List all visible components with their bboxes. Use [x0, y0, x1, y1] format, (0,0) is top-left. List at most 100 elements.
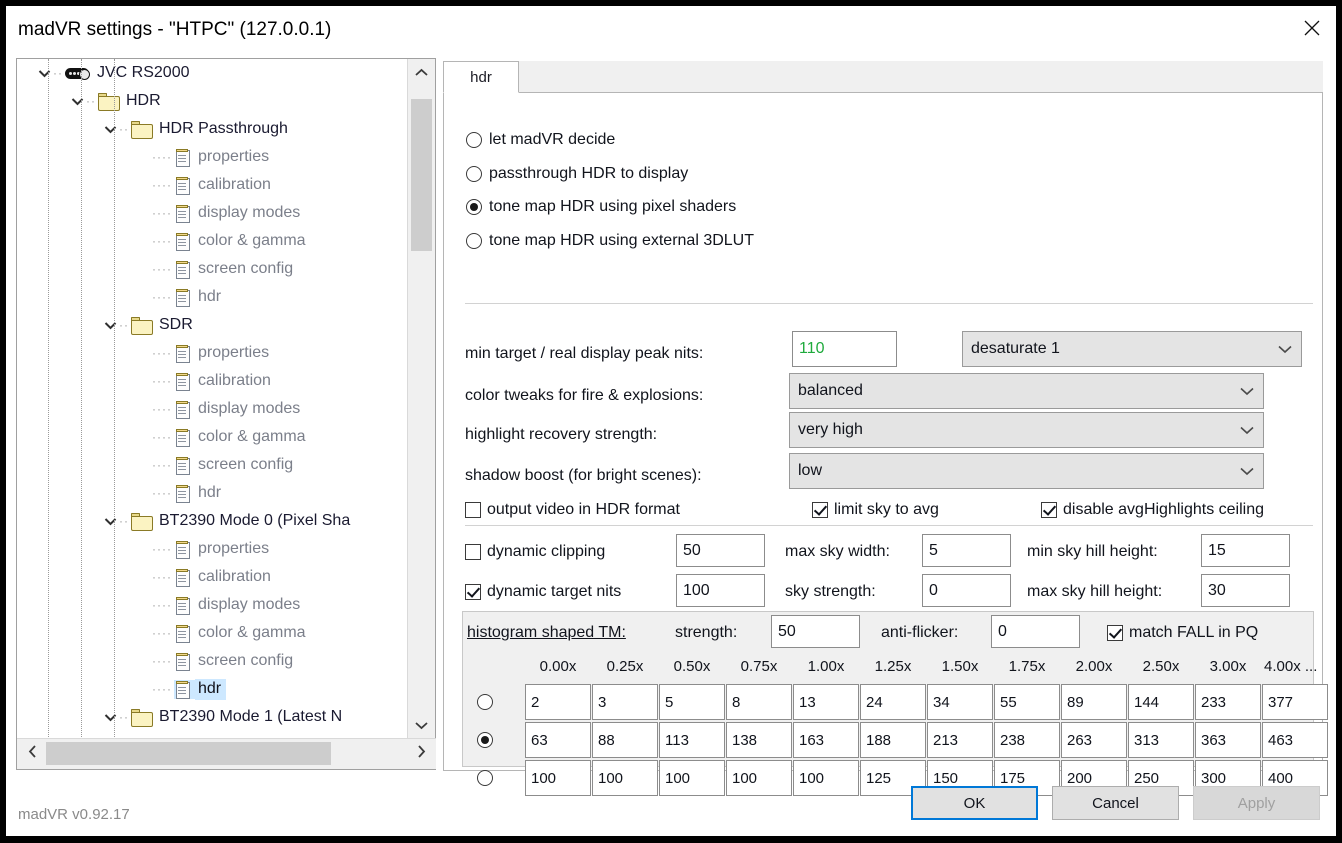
chevron-down-icon[interactable]: [101, 120, 119, 138]
tree-item[interactable]: ···· calibration: [17, 171, 408, 199]
tree-item[interactable]: ···· screen config: [17, 255, 408, 283]
chevron-down-icon[interactable]: [35, 64, 53, 82]
tab-hdr[interactable]: hdr: [443, 61, 519, 93]
chevron-down-icon[interactable]: [101, 512, 119, 530]
histogram-cell[interactable]: 88: [592, 722, 658, 758]
histogram-cell[interactable]: 463: [1262, 722, 1328, 758]
shadow-boost-dropdown[interactable]: low: [789, 453, 1264, 489]
histogram-cell[interactable]: 100: [726, 760, 792, 796]
tree-item[interactable]: ···· properties: [17, 143, 408, 171]
tree-item-label: properties: [197, 539, 270, 557]
hdr-mode-option-1[interactable]: passthrough HDR to display: [466, 165, 688, 183]
anti-flicker-input[interactable]: 0: [991, 615, 1080, 648]
dynamic-target-input[interactable]: 100: [676, 574, 765, 607]
tree-item[interactable]: ···· color & gamma: [17, 619, 408, 647]
tree-item[interactable]: ···· display modes: [17, 591, 408, 619]
histogram-cell[interactable]: 55: [994, 684, 1060, 720]
close-button[interactable]: [1288, 6, 1336, 50]
dynamic-clipping-input[interactable]: 50: [676, 534, 765, 567]
histogram-cell[interactable]: 377: [1262, 684, 1328, 720]
tree-item[interactable]: ·· HDR Passthrough: [17, 115, 408, 143]
histogram-cell[interactable]: 163: [793, 722, 859, 758]
histogram-cell[interactable]: 8: [726, 684, 792, 720]
tree-item[interactable]: ·· BT2390 Mode 1 (Latest N: [17, 703, 408, 731]
histogram-row-radio[interactable]: [477, 694, 493, 710]
hdr-mode-option-2[interactable]: tone map HDR using pixel shaders: [466, 198, 736, 216]
limit-sky-checkbox[interactable]: limit sky to avg: [812, 501, 939, 519]
tree-item[interactable]: ···· hdr: [17, 479, 408, 507]
scroll-left-button[interactable]: [17, 739, 47, 768]
horizontal-scroll-thumb[interactable]: [46, 742, 331, 765]
tree-item[interactable]: ···· color & gamma: [17, 423, 408, 451]
tree-item[interactable]: ···· calibration: [17, 563, 408, 591]
chevron-down-icon[interactable]: [68, 92, 86, 110]
histogram-cell[interactable]: 89: [1061, 684, 1127, 720]
histogram-cell[interactable]: 2: [525, 684, 591, 720]
dynamic-target-checkbox[interactable]: dynamic target nits: [465, 583, 621, 601]
histogram-row-radio[interactable]: [477, 732, 493, 748]
tree-item-selected[interactable]: ···· hdr: [17, 675, 408, 703]
tree-item[interactable]: ···· display modes: [17, 199, 408, 227]
histogram-cell[interactable]: 138: [726, 722, 792, 758]
histogram-cell[interactable]: 100: [592, 760, 658, 796]
disable-ceiling-checkbox[interactable]: disable avgHighlights ceiling: [1041, 501, 1264, 519]
tree-item[interactable]: ···· display modes: [17, 395, 408, 423]
histogram-cell[interactable]: 100: [659, 760, 725, 796]
histogram-cell[interactable]: 34: [927, 684, 993, 720]
tree-item[interactable]: ·· BT2390 Mode 0 (Pixel Sha: [17, 507, 408, 535]
hdr-mode-option-0[interactable]: let madVR decide: [466, 131, 615, 149]
tree-item[interactable]: ···· properties: [17, 339, 408, 367]
histogram-cell[interactable]: 213: [927, 722, 993, 758]
tree-item[interactable]: ···· calibration: [17, 367, 408, 395]
histogram-row-radio[interactable]: [477, 770, 493, 786]
scroll-right-button[interactable]: [406, 739, 436, 768]
sky-strength-input[interactable]: 0: [922, 574, 1011, 607]
tree-vertical-scrollbar[interactable]: [407, 59, 435, 739]
tree-item[interactable]: ···· screen config: [17, 451, 408, 479]
strength-input[interactable]: 50: [771, 615, 860, 648]
dynamic-clipping-checkbox[interactable]: dynamic clipping: [465, 543, 605, 561]
match-fall-checkbox[interactable]: match FALL in PQ: [1107, 624, 1258, 642]
tree-item[interactable]: ···· screen config: [17, 647, 408, 675]
histogram-cell[interactable]: 263: [1061, 722, 1127, 758]
histogram-cell[interactable]: 100: [525, 760, 591, 796]
histogram-shaped-tm-link[interactable]: histogram shaped TM:: [467, 624, 626, 642]
histogram-cell[interactable]: 188: [860, 722, 926, 758]
histogram-cell[interactable]: 13: [793, 684, 859, 720]
tree-item[interactable]: ···· properties: [17, 535, 408, 563]
highlight-recovery-dropdown[interactable]: very high: [789, 412, 1264, 448]
scroll-down-button[interactable]: [408, 712, 435, 739]
histogram-cell[interactable]: 63: [525, 722, 591, 758]
min-target-input[interactable]: 110: [792, 331, 897, 367]
cancel-button[interactable]: Cancel: [1052, 786, 1179, 820]
max-sky-hill-input[interactable]: 30: [1201, 574, 1290, 607]
histogram-cell[interactable]: 24: [860, 684, 926, 720]
histogram-cell[interactable]: 100: [793, 760, 859, 796]
tree-item[interactable]: ·· JVC RS2000: [17, 59, 408, 87]
max-sky-width-input[interactable]: 5: [922, 534, 1011, 567]
color-tweaks-dropdown[interactable]: balanced: [789, 373, 1264, 409]
tree-item[interactable]: ···· color & gamma: [17, 227, 408, 255]
scroll-up-button[interactable]: [408, 59, 435, 86]
vertical-scroll-thumb[interactable]: [411, 99, 432, 251]
histogram-cell[interactable]: 5: [659, 684, 725, 720]
output-hdr-checkbox[interactable]: output video in HDR format: [465, 501, 680, 519]
histogram-cell[interactable]: 363: [1195, 722, 1261, 758]
histogram-cell[interactable]: 3: [592, 684, 658, 720]
settings-tree[interactable]: ·· JVC RS2000 ·· HDR ·· HDR Passthrough ···· pr…: [17, 59, 408, 739]
desaturate-dropdown[interactable]: desaturate 1: [962, 331, 1302, 367]
histogram-cell[interactable]: 313: [1128, 722, 1194, 758]
histogram-cell[interactable]: 233: [1195, 684, 1261, 720]
ok-button[interactable]: OK: [911, 786, 1038, 820]
hdr-mode-option-3[interactable]: tone map HDR using external 3DLUT: [466, 232, 754, 250]
tree-item[interactable]: ·· HDR: [17, 87, 408, 115]
min-sky-hill-input[interactable]: 15: [1201, 534, 1290, 567]
histogram-cell[interactable]: 144: [1128, 684, 1194, 720]
tree-item[interactable]: ···· hdr: [17, 283, 408, 311]
tree-horizontal-scrollbar[interactable]: [17, 738, 436, 769]
tree-item[interactable]: ·· SDR: [17, 311, 408, 339]
histogram-cell[interactable]: 238: [994, 722, 1060, 758]
chevron-down-icon[interactable]: [101, 708, 119, 726]
histogram-cell[interactable]: 113: [659, 722, 725, 758]
chevron-down-icon[interactable]: [101, 316, 119, 334]
